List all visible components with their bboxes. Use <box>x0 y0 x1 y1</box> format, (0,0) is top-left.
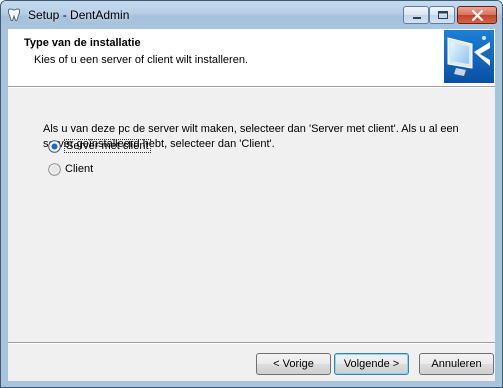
maximize-button[interactable] <box>429 6 455 24</box>
setup-window: Setup - DentAdmin Type van de installati… <box>0 0 503 388</box>
wizard-header: Type van de installatie Kies of u een se… <box>8 29 495 86</box>
page-title: Type van de installatie <box>24 37 141 49</box>
maximize-icon <box>438 11 448 19</box>
radio-label-client: Client <box>65 163 94 175</box>
window-title: Setup - DentAdmin <box>28 8 130 22</box>
back-button[interactable]: < Vorige <box>256 353 331 375</box>
minimize-icon <box>413 17 421 19</box>
computer-install-icon <box>444 30 494 83</box>
radio-selected-icon <box>48 140 61 153</box>
tooth-icon <box>7 8 21 22</box>
title-bar[interactable]: Setup - DentAdmin <box>1 1 502 29</box>
close-button[interactable] <box>457 6 497 24</box>
radio-client[interactable]: Client <box>48 162 248 178</box>
wizard-body: Type van de installatie Kies of u een se… <box>8 29 495 381</box>
minimize-button[interactable] <box>403 6 429 24</box>
next-button[interactable]: Volgende > <box>334 353 409 375</box>
radio-server-met-client[interactable]: Server met client <box>48 139 248 155</box>
radio-label-server-met-client: Server met client <box>64 139 151 153</box>
close-icon <box>471 9 484 22</box>
radio-unselected-icon <box>48 163 61 176</box>
cancel-button[interactable]: Annuleren <box>419 353 494 375</box>
footer-divider <box>8 342 495 344</box>
header-divider <box>8 86 495 88</box>
page-subtitle: Kies of u een server of client wilt inst… <box>34 54 248 66</box>
